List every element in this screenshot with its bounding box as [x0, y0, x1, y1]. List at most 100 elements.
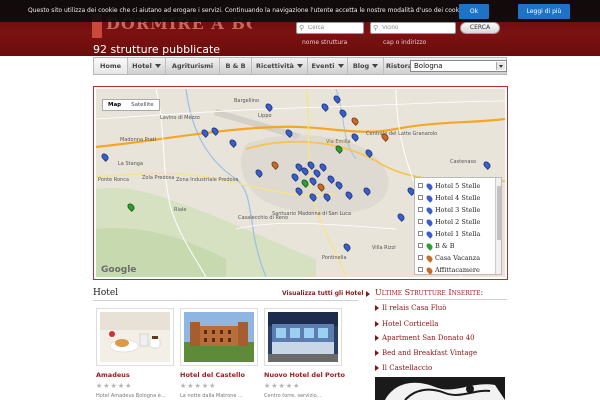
legend-label: Hotel 5 Stelle: [435, 182, 481, 190]
checkbox-icon: [418, 243, 423, 248]
nav-label: Eventi: [311, 62, 335, 70]
search-icon: ⚲: [299, 24, 305, 32]
hotel-name[interactable]: Hotel del Castello: [180, 371, 245, 379]
legend-item[interactable]: Affittacamere: [417, 264, 480, 276]
hotel-name[interactable]: Nuovo Hotel del Porto: [264, 371, 345, 379]
map-frame: Map Satellite Lippo Bargellino Lavino di…: [93, 86, 508, 280]
legend-label: Hotel 4 Stelle: [435, 194, 481, 202]
legend-item[interactable]: Hotel 1 Stella: [417, 228, 480, 240]
latest-structure-label: Apartment San Donato 40: [382, 334, 475, 342]
breakfast-photo: [100, 312, 170, 362]
map-type-satellite-button[interactable]: Satellite: [126, 100, 159, 110]
name-search-input[interactable]: [308, 23, 368, 33]
hotel-section-title: Hotel: [93, 288, 119, 298]
place-label: Pontinella: [322, 255, 347, 261]
place-label: Lippo: [258, 113, 272, 119]
latest-structure-link[interactable]: Il Castellaccio: [375, 364, 432, 372]
nav-label: Ricettività: [256, 62, 294, 70]
nav-label: B & B: [225, 62, 246, 70]
place-label: Riale: [174, 207, 187, 213]
latest-structure-link[interactable]: Il relais Casa Fluò: [375, 304, 447, 312]
legend-item[interactable]: Hotel 4 Stelle: [417, 192, 480, 204]
nav-item-agriturismi[interactable]: Agriturismi: [166, 58, 220, 74]
latest-structure-link[interactable]: Bed and Breakfast Vintage: [375, 349, 477, 357]
legend-item[interactable]: Hotel 5 Stelle: [417, 180, 480, 192]
name-search-field[interactable]: ⚲: [296, 22, 368, 34]
name-search-label: nome struttura: [302, 39, 348, 46]
marker-icon: [425, 181, 434, 191]
latest-structure-label: Il Castellaccio: [382, 364, 433, 372]
latest-structure-label: Hotel Corticella: [382, 320, 439, 328]
legend-item[interactable]: Hotel 2 Stelle: [417, 216, 480, 228]
scrollbar-thumb[interactable]: [497, 186, 501, 240]
latest-structure-label: Il relais Casa Fluò: [382, 304, 447, 312]
cookie-message: Questo sito utilizza dei cookie che ci a…: [28, 7, 486, 14]
building-photo: [268, 312, 338, 362]
hotel-photo[interactable]: [264, 308, 342, 366]
sidebar-photo[interactable]: [375, 377, 505, 400]
marker-icon: [425, 193, 434, 203]
hotel-name[interactable]: Amadeus: [96, 371, 130, 379]
hotel-description: Hotel Amadeus Bologna è...: [96, 393, 166, 399]
structures-map[interactable]: Map Satellite Lippo Bargellino Lavino di…: [96, 89, 505, 277]
marker-icon: [425, 217, 434, 227]
cookie-ok-button[interactable]: Ok: [459, 4, 489, 19]
map-type-map-button[interactable]: Map: [103, 100, 126, 110]
latest-structure-link[interactable]: Apartment San Donato 40: [375, 334, 475, 342]
star-rating: ★★★★★: [96, 382, 133, 390]
decor-photo: [375, 377, 505, 400]
legend-label: B & B: [435, 242, 455, 250]
castle-photo: [184, 312, 254, 362]
checkbox-icon: [418, 219, 423, 224]
nav-item-hotel[interactable]: Hotel: [128, 58, 166, 74]
legend-item[interactable]: Hotel 3 Stelle: [417, 204, 480, 216]
chevron-down-icon: [496, 62, 505, 70]
view-all-hotels-link[interactable]: Visualizza tutti gli Hotel: [282, 290, 371, 297]
latest-structure-label: Bed and Breakfast Vintage: [382, 349, 478, 357]
marker-icon: [425, 253, 434, 263]
legend-item[interactable]: B & B: [417, 240, 454, 252]
place-label: Castenaso: [450, 159, 477, 165]
checkbox-icon: [418, 183, 423, 188]
arrow-right-icon: [375, 335, 379, 341]
place-label: La Stanga: [118, 161, 144, 167]
nav-item-ristoranti[interactable]: Ristoranti: [384, 58, 410, 74]
checkbox-icon: [418, 255, 423, 260]
checkbox-icon: [418, 231, 423, 236]
view-all-label: Visualizza tutti gli Hotel: [282, 290, 364, 297]
city-select[interactable]: Bologna: [410, 60, 507, 72]
near-search-input[interactable]: [382, 23, 454, 33]
legend-scrollbar[interactable]: [495, 178, 501, 274]
hotel-description: Centro torre, servizio...: [264, 393, 322, 399]
map-legend: Hotel 5 Stelle Hotel 4 Stelle Hotel 3 St…: [414, 177, 502, 275]
search-button[interactable]: CERCA: [460, 22, 500, 34]
map-type-toggle: Map Satellite: [102, 99, 160, 111]
legend-label: Hotel 2 Stelle: [435, 218, 481, 226]
nav-item-blog[interactable]: Blog: [348, 58, 384, 74]
arrow-right-icon: [375, 350, 379, 356]
legend-label: Affittacamere: [435, 266, 480, 274]
place-label: Centrale del Latte Granarolo: [366, 131, 438, 137]
nav-label: Hotel: [132, 62, 152, 70]
arrow-right-icon: [375, 321, 379, 327]
place-label: Villa Rizzi: [372, 245, 396, 251]
legend-item[interactable]: Casa Vacanza: [417, 252, 480, 264]
section-divider: [93, 300, 358, 301]
chevron-down-icon: [337, 64, 344, 68]
legend-label: Casa Vacanza: [435, 254, 481, 262]
cookie-read-more-button[interactable]: Leggi di più: [518, 4, 570, 19]
place-label: Zona Industriale Predosa: [176, 177, 239, 183]
chevron-down-icon: [154, 64, 161, 68]
nav-item-eventi[interactable]: Eventi: [308, 58, 348, 74]
place-label: Zola Predosa: [142, 175, 175, 181]
nav-item-home[interactable]: Home: [94, 58, 128, 74]
near-search-field[interactable]: ⚲: [370, 22, 456, 34]
structure-count: 92 strutture pubblicate: [93, 43, 221, 56]
star-rating: ★★★★★: [264, 382, 301, 390]
nav-item-bnb[interactable]: B & B: [220, 58, 252, 74]
nav-item-ricettivita[interactable]: Ricettività: [252, 58, 308, 74]
latest-structure-link[interactable]: Hotel Corticella: [375, 320, 438, 328]
hotel-photo[interactable]: [96, 308, 174, 366]
hotel-photo[interactable]: [180, 308, 258, 366]
city-select-value: Bologna: [414, 62, 443, 70]
